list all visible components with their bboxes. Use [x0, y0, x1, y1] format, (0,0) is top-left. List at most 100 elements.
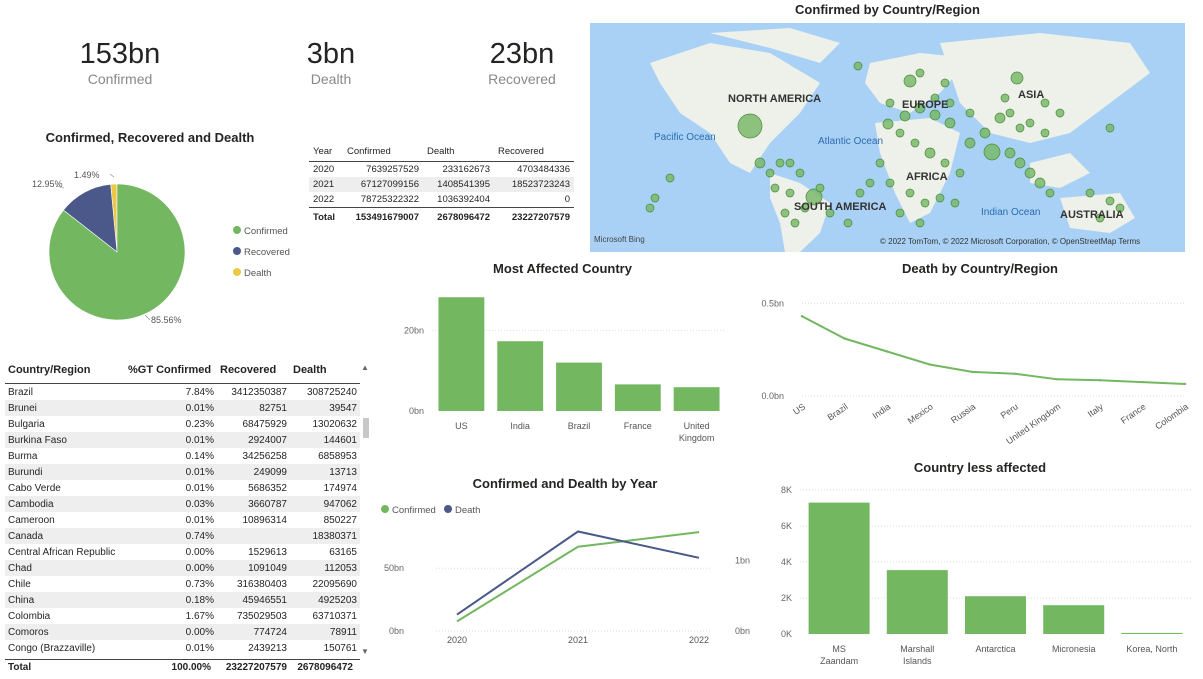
death-header[interactable]: Dealth — [423, 141, 494, 162]
bar — [614, 384, 661, 411]
scroll-down-icon[interactable]: ▼ — [361, 647, 369, 656]
map-bubble — [815, 183, 825, 193]
x-tick-label: Italy — [1086, 401, 1106, 419]
pct-cell: 0.01% — [125, 432, 217, 448]
pie-chart-svg: 1.49% 12.95% 85.56% Confirmed Recovered … — [32, 170, 290, 325]
table-row[interactable]: Cameroon 0.01% 10896314 850227 — [5, 512, 360, 528]
confirmed-header[interactable]: Confirmed — [343, 141, 423, 162]
map-bubble — [940, 78, 950, 88]
country-cell: China — [5, 592, 125, 608]
pct-cell: 0.23% — [185, 418, 214, 430]
scroll-up-icon[interactable]: ▲ — [361, 363, 369, 372]
world-map[interactable]: NORTH AMERICA EUROPE ASIA Pacific Ocean … — [590, 23, 1185, 252]
recovered-header[interactable]: Recovered — [494, 141, 574, 162]
table-row[interactable]: Colombia 1.67% 735029503 63710371 — [5, 608, 360, 624]
recovered-header[interactable]: Recovered — [217, 357, 290, 384]
map-title: Confirmed by Country/Region — [795, 2, 980, 17]
total-row: Total 153491679007 2678096472 2322720757… — [309, 207, 574, 227]
map-bubble — [915, 68, 925, 78]
map-bubble — [737, 113, 763, 139]
pct-confirmed-header[interactable]: %GT Confirmed — [125, 357, 217, 384]
map-bubble — [964, 137, 976, 149]
x-tick-label: 2022 — [689, 635, 709, 645]
death-cell: 4925203 — [290, 592, 360, 608]
by-year-chart: Confirmed Death 0bn 50bn 0bn 1bn 2020 2021 202… — [376, 498, 756, 674]
y-tick-label: 4K — [781, 557, 792, 567]
table-row[interactable]: Comoros 0.00% 774724 78911 — [5, 624, 360, 640]
country-header[interactable]: Country/Region — [5, 357, 125, 384]
map-bubble — [665, 173, 675, 183]
recovered-cell: 2439213 — [248, 642, 287, 654]
map-bubble — [895, 128, 905, 138]
recovered-cell: 1091049 — [217, 560, 290, 576]
table-row[interactable]: Central African Republic 0.00% 1529613 6316… — [5, 544, 360, 560]
table-row[interactable]: Brazil 7.84% 3412350387 308725240 — [5, 384, 360, 401]
table-row[interactable]: Chad 0.00% 1091049 112053 — [5, 560, 360, 576]
death-cell: 13713 — [290, 464, 360, 480]
y-tick-label: 8K — [781, 485, 792, 495]
year-header[interactable]: Year — [309, 141, 343, 162]
cell: 4703484336 — [517, 164, 570, 175]
death-cell: 308725240 — [306, 386, 357, 398]
map-bubble — [1105, 123, 1115, 133]
x-tick-label: US — [455, 421, 468, 431]
x-tick-label: US — [791, 401, 807, 416]
table-row[interactable]: Burma 0.14% 34256258 6858953 — [5, 448, 360, 464]
recovered-cell: 3412350387 — [231, 386, 287, 398]
map-bubble — [1024, 167, 1036, 179]
map-label-africa: AFRICA — [906, 171, 948, 183]
bar — [497, 341, 544, 411]
table-row[interactable]: Brunei 0.01% 82751 39547 — [5, 400, 360, 416]
table-scrollbar[interactable]: ▲ ▼ — [361, 363, 371, 659]
map-bubble — [1045, 188, 1055, 198]
recovered-cell: 68475929 — [242, 418, 288, 430]
recovered-cell: 316380403 — [236, 578, 287, 590]
map-bubble — [983, 143, 1001, 161]
table-row[interactable]: Cambodia 0.03% 3660787 947062 — [5, 496, 360, 512]
map-bubble — [785, 188, 795, 198]
kpi-confirmed-value: 153bn — [79, 38, 161, 70]
pct-cell: 0.73% — [185, 578, 214, 590]
x-tick-label: 2020 — [447, 635, 467, 645]
death-header[interactable]: Dealth — [290, 357, 360, 384]
x-tick-label: 2021 — [568, 635, 588, 645]
less-affected-svg: 0K 2K 4K 6K 8K MS Zaandam Marshall Islands Antarc… — [781, 485, 1191, 666]
country-cell: Congo (Brazzaville) — [8, 642, 96, 654]
country-table[interactable]: Country/Region %GT Confirmed Recovered D… — [5, 357, 375, 674]
x-tick-label: France — [624, 421, 652, 431]
x-tick-label: MS Zaandam — [820, 644, 858, 666]
table-row: 2021 67127099156 1408541395 18523723243 — [309, 177, 574, 192]
x-tick-label: Brazil — [568, 421, 591, 431]
table-row: 2020 7639257529 233162673 4703484336 — [309, 162, 574, 178]
table-row[interactable]: Canada 0.74% 18380371 — [5, 528, 360, 544]
table-row[interactable]: Burundi 0.01% 249099 13713 — [5, 464, 360, 480]
legend-swatch-death — [233, 268, 241, 276]
scroll-thumb[interactable] — [363, 418, 369, 438]
recovered-cell: 82751 — [217, 400, 290, 416]
map-copyright[interactable]: © 2022 TomTom, © 2022 Microsoft Corporat… — [880, 237, 1140, 246]
table-row[interactable]: Cabo Verde 0.01% 5686352 174974 — [5, 480, 360, 496]
country-cell: Cambodia — [5, 496, 125, 512]
country-cell: Brunei — [5, 400, 125, 416]
country-cell: Colombia — [8, 610, 51, 622]
table-row[interactable]: China 0.18% 45946551 4925203 — [5, 592, 360, 608]
x-tick-label: Micronesia — [1052, 644, 1096, 654]
map-bubble — [955, 168, 965, 178]
country-cell: Chile — [8, 578, 31, 590]
map-bubble — [899, 110, 911, 122]
pct-cell: 0.00% — [125, 560, 217, 576]
cell: 1036392404 — [437, 194, 490, 205]
table-row[interactable]: Congo (Brazzaville) 0.01% 2439213 150761 — [5, 640, 360, 656]
cell: 153491679007 — [343, 207, 423, 227]
cell: Total — [309, 207, 343, 227]
table-row[interactable]: Burkina Faso 0.01% 2924007 144601 — [5, 432, 360, 448]
cell: 18523723243 — [494, 177, 574, 192]
world-map-svg[interactable]: NORTH AMERICA EUROPE ASIA Pacific Ocean … — [590, 23, 1185, 252]
cell: 233162673 — [442, 164, 490, 175]
map-label-australia: AUSTRALIA — [1060, 209, 1124, 221]
map-bubble — [935, 193, 945, 203]
death-line — [801, 315, 1186, 385]
table-row[interactable]: Chile 0.73% 316380403 22095690 — [5, 576, 360, 592]
series-line-death — [456, 530, 700, 616]
table-row[interactable]: Bulgaria 0.23% 68475929 13020632 — [5, 416, 360, 432]
